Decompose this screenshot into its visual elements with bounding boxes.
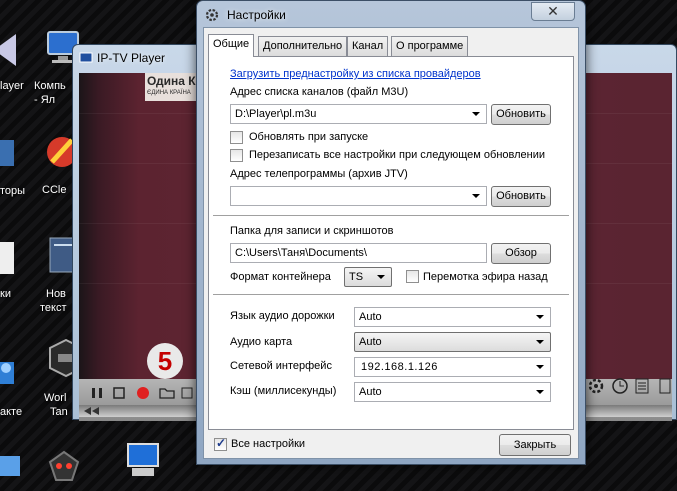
container-format-label: Формат контейнера [230,271,331,283]
desktop-label-ccleaner: CCle [42,184,67,196]
refresh-epg-button[interactable]: Обновить [491,186,551,207]
container-format-value: TS [349,271,364,283]
desktop-label-utilities: торы [0,185,26,197]
refresh-playlist-button[interactable]: Обновить [491,104,551,125]
dialog-client-area: Общие Дополнительно Канал О программе За… [203,27,579,459]
record-folder-input[interactable]: C:\Users\Таня\Documents\ [230,243,487,263]
all-settings-label: Все настройки [231,438,306,450]
rewind-icon[interactable] [83,406,101,416]
desktop-label-wot-2: Tan [50,406,68,418]
network-interface-select[interactable]: 192.168.1.126 [354,357,551,377]
desktop-label-wot-1: Worl [44,392,67,404]
epg-label: Адрес телепрограммы (архив JTV) [230,168,408,180]
playlist-address-combo[interactable]: D:\Player\pl.m3u [230,104,487,124]
timeshift-label: Перемотка эфира назад [423,271,548,283]
epg-address-combo[interactable] [230,186,487,206]
gear-icon [205,8,219,22]
playlist-address-value: D:\Player\pl.m3u [235,108,317,120]
player-title: IP-TV Player [97,51,166,65]
desktop-label-new-2: текст [40,302,67,314]
chevron-down-icon [536,390,544,394]
chevron-down-icon [472,194,480,198]
pause-icon[interactable] [89,385,105,401]
overwrite-settings-checkbox[interactable] [230,149,243,162]
audio-card-select[interactable]: Auto [354,332,551,352]
record-folder-label: Папка для записи и скриншотов [230,225,394,237]
channel-logo-text: Одина К [147,74,196,88]
monitor-icon[interactable] [124,440,164,480]
network-interface-label: Сетевой интерфейс [230,360,332,372]
tab-about[interactable]: О программе [391,36,469,56]
media-player-icon[interactable] [0,30,26,70]
clock-icon[interactable] [611,377,629,395]
update-on-start-label: Обновлять при запуске [249,131,369,143]
chevron-down-icon [536,315,544,319]
network-computer-icon[interactable] [0,452,28,491]
audio-track-select[interactable]: Auto [354,307,551,327]
all-settings-checkbox[interactable] [214,436,227,451]
desktop-label-computer-1: Компь [34,80,66,92]
close-button[interactable]: Закрыть [499,434,571,456]
stop-icon[interactable] [111,385,127,401]
contacts-icon[interactable] [0,352,26,392]
overwrite-settings-label: Перезаписать все настройки при следующем… [249,149,546,161]
tab-advanced[interactable]: Дополнительно [258,36,348,56]
desktop-label-player: layer [0,80,24,92]
link-icon[interactable] [0,238,24,278]
tab-channel[interactable]: Канал [347,36,389,56]
separator [213,215,569,217]
chevron-down-icon [377,275,385,279]
chevron-down-icon [536,340,544,344]
container-format-select[interactable]: TS [344,267,392,287]
chevron-down-icon [472,112,480,116]
chevron-down-icon [536,365,544,369]
provider-preset-link[interactable]: Загрузить преднастройку из списка провай… [230,68,481,80]
cache-label: Кэш (миллисекунды) [230,385,337,397]
settings-dialog[interactable]: Настройки ✕ Общие Дополнительно Канал О … [196,0,586,465]
tab-general[interactable]: Общие [208,34,255,57]
playlist-label: Адрес списка каналов (файл M3U) [230,86,409,98]
dialog-title: Настройки [227,8,286,22]
window-close-button[interactable]: ✕ [531,2,575,21]
folder-icon[interactable] [159,385,175,401]
cache-select[interactable]: Auto [354,382,551,402]
tools-icon[interactable] [0,132,24,172]
separator [213,294,569,296]
desktop-label-contacts: акте [0,406,23,418]
audio-card-value: Auto [359,336,382,348]
fullscreen-icon[interactable] [657,377,675,395]
desktop-label-new-1: Нов [46,288,66,300]
epg-list-icon[interactable] [633,377,651,395]
cache-value: Auto [359,386,382,398]
desktop-label-computer-2: - Ял [34,94,56,106]
game-witcher-icon[interactable] [44,446,84,486]
network-interface-value: 192.168.1.126 [361,361,438,373]
audio-card-label: Аудио карта [230,336,293,348]
desktop-label-links: ки [0,288,11,300]
browse-button[interactable]: Обзор [491,243,551,264]
record-icon[interactable] [135,385,151,401]
audio-track-value: Auto [359,311,382,323]
timeshift-checkbox[interactable] [406,270,419,283]
update-on-start-checkbox[interactable] [230,131,243,144]
settings-gear-icon[interactable] [587,377,605,395]
general-tab-panel: Загрузить преднастройку из списка провай… [208,56,574,430]
playlist-icon[interactable] [179,385,195,401]
audio-track-label: Язык аудио дорожки [230,310,335,322]
player-app-icon [79,52,93,63]
channel-number-badge: 5 [147,343,183,379]
